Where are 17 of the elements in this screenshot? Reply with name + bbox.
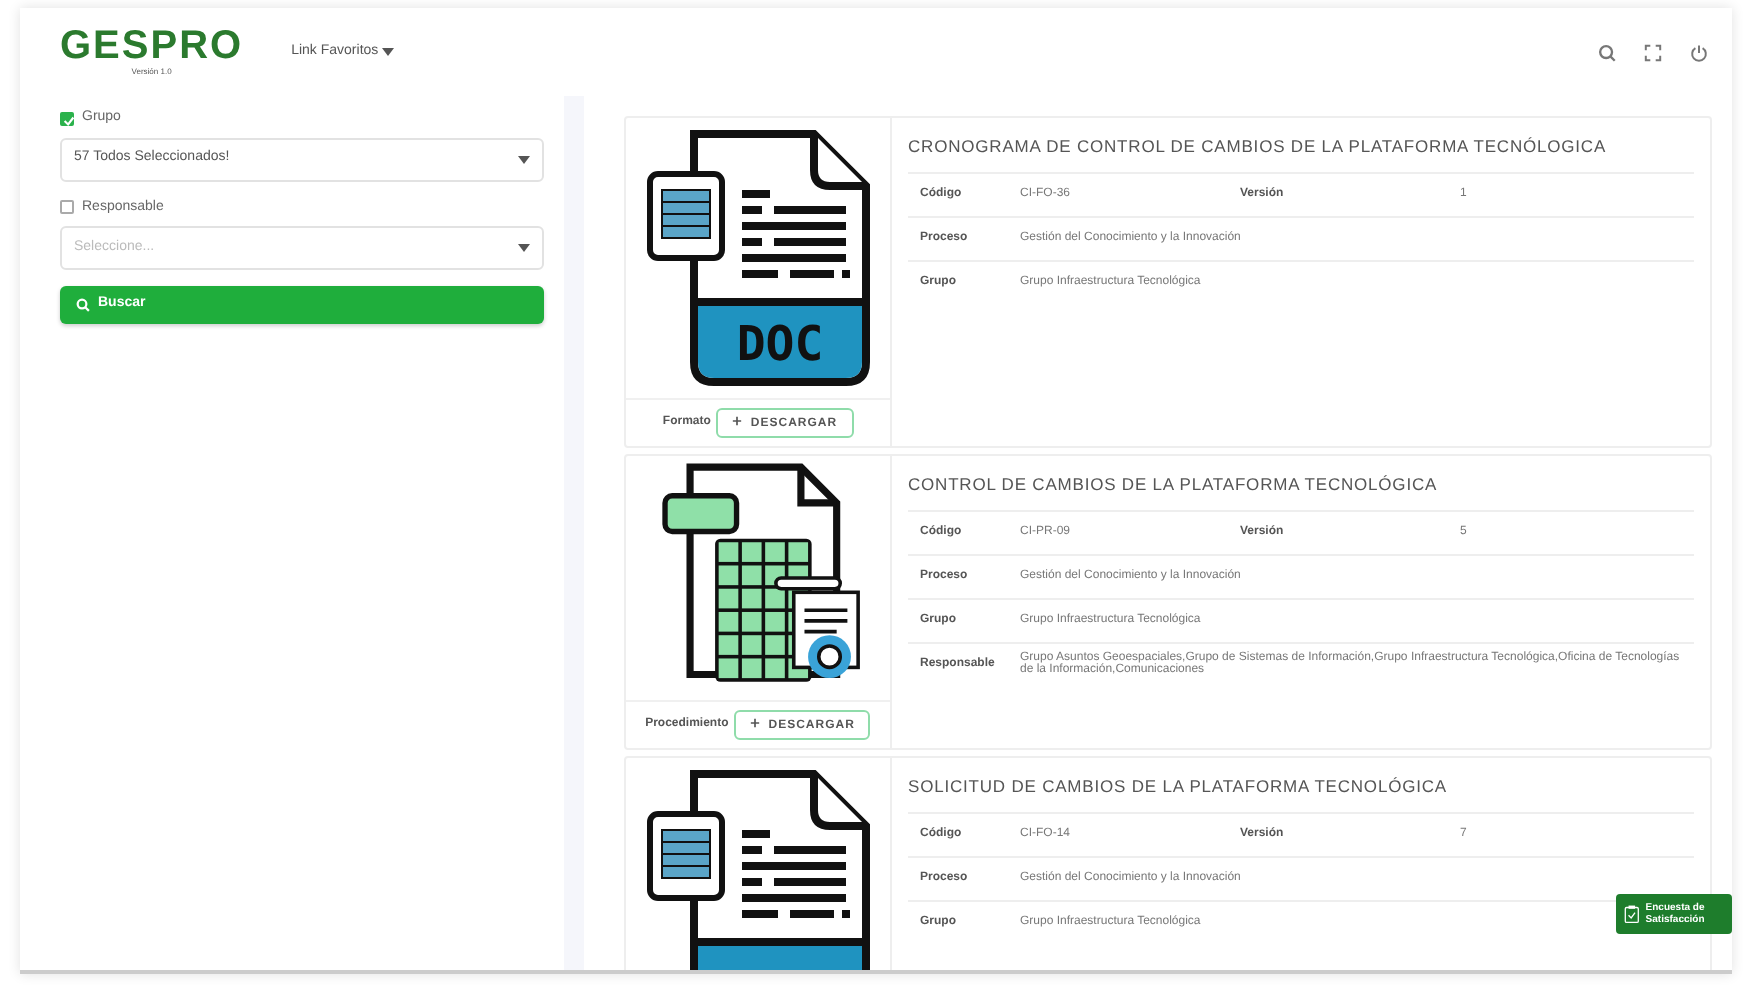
app-logo[interactable]: GESPRO [60, 26, 244, 66]
fullscreen-icon[interactable] [1644, 43, 1662, 61]
search-icon [76, 298, 90, 312]
document-title: CRONOGRAMA DE CONTROL DE CAMBIOS DE LA PLATAFORMA TECNÓLOGICA [908, 134, 1609, 160]
checkbox[interactable] [60, 111, 74, 126]
caret-icon [382, 48, 395, 56]
plus-icon [750, 718, 761, 728]
caret-icon [518, 155, 530, 163]
plus-icon [732, 416, 743, 426]
caret-icon [518, 244, 530, 252]
clipboard-check-icon [1624, 900, 1640, 928]
document-title: CONTROL DE CAMBIOS DE LA PLATAFORMA TECNOLÓGICA [908, 472, 1440, 498]
checkbox[interactable] [60, 200, 74, 215]
search-icon[interactable] [1598, 43, 1616, 61]
file-type-label: DOC [736, 316, 824, 372]
power-icon[interactable] [1690, 43, 1708, 61]
document-title: SOLICITUD DE CAMBIOS DE LA PLATAFORMA TECNOLÓGICA [908, 774, 1449, 800]
